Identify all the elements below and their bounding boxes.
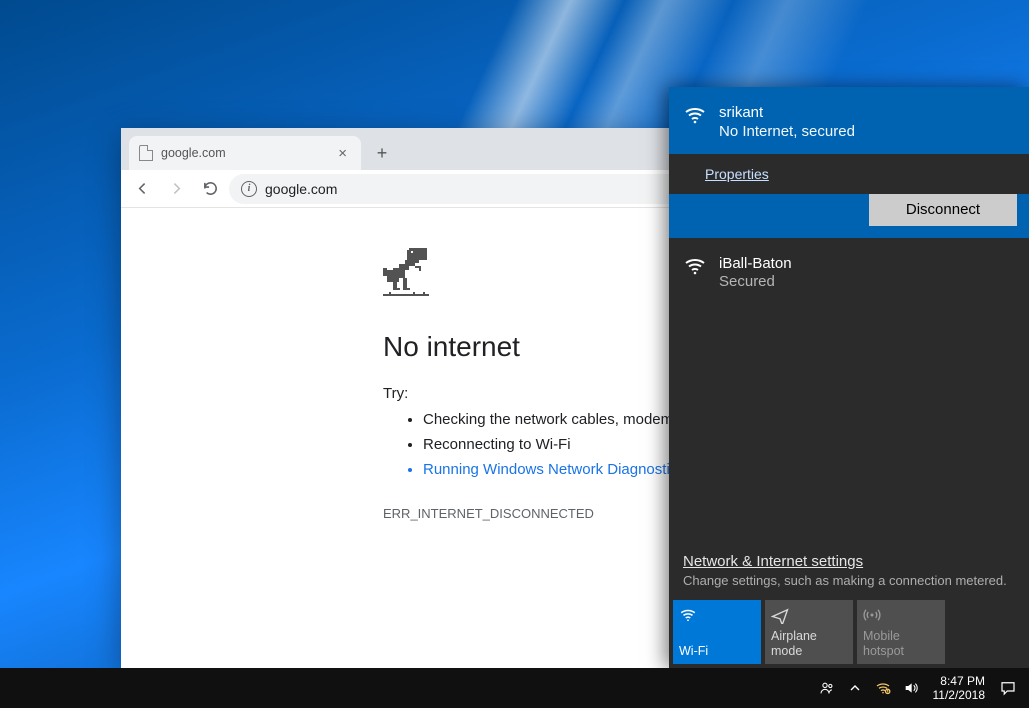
taskbar: 8:47 PM 11/2/2018 — [0, 668, 1029, 708]
network-item-connected[interactable]: srikant No Internet, secured — [669, 87, 1029, 154]
tab-title: google.com — [161, 146, 326, 160]
quick-action-tiles: Wi-Fi Airplane mode Mobile hotspot — [669, 596, 1029, 668]
site-info-icon[interactable]: i — [241, 181, 257, 197]
tile-mobile-hotspot[interactable]: Mobile hotspot — [857, 600, 945, 664]
browser-tab[interactable]: google.com × — [129, 136, 361, 170]
action-center-icon[interactable] — [991, 668, 1025, 708]
tile-label: Airplane mode — [771, 629, 847, 658]
network-item[interactable]: iBall-Baton Secured — [669, 238, 1029, 305]
network-settings-link[interactable]: Network & Internet settings — [683, 553, 863, 570]
dino-icon — [383, 248, 429, 296]
reload-button[interactable] — [195, 174, 225, 204]
tile-label: Mobile hotspot — [863, 629, 939, 658]
system-tray — [811, 668, 927, 708]
network-name: iBall-Baton — [719, 254, 1015, 274]
tile-airplane-mode[interactable]: Airplane mode — [765, 600, 853, 664]
tile-label: Wi-Fi — [679, 644, 755, 658]
network-flyout: srikant No Internet, secured Properties … — [669, 87, 1029, 668]
tile-wifi[interactable]: Wi-Fi — [673, 600, 761, 664]
wifi-icon — [683, 103, 707, 140]
new-tab-button[interactable]: + — [369, 140, 395, 166]
close-tab-button[interactable]: × — [334, 143, 351, 164]
people-icon[interactable] — [819, 668, 835, 708]
tray-network-icon[interactable] — [875, 668, 891, 708]
clock-time: 8:47 PM — [933, 674, 986, 688]
network-name: srikant — [719, 103, 1015, 123]
address-bar-url: google.com — [265, 181, 337, 197]
tray-chevron-up-icon[interactable] — [847, 668, 863, 708]
disconnect-button[interactable]: Disconnect — [869, 194, 1017, 226]
forward-button[interactable] — [161, 174, 191, 204]
wifi-icon — [683, 254, 707, 291]
network-status: No Internet, secured — [719, 123, 1015, 140]
network-settings-sub: Change settings, such as making a connec… — [683, 573, 1015, 588]
network-status: Secured — [719, 273, 1015, 290]
clock-date: 11/2/2018 — [933, 688, 986, 702]
taskbar-clock[interactable]: 8:47 PM 11/2/2018 — [927, 674, 992, 703]
page-favicon — [139, 145, 153, 161]
back-button[interactable] — [127, 174, 157, 204]
tray-volume-icon[interactable] — [903, 668, 919, 708]
network-properties-link[interactable]: Properties — [705, 166, 769, 182]
